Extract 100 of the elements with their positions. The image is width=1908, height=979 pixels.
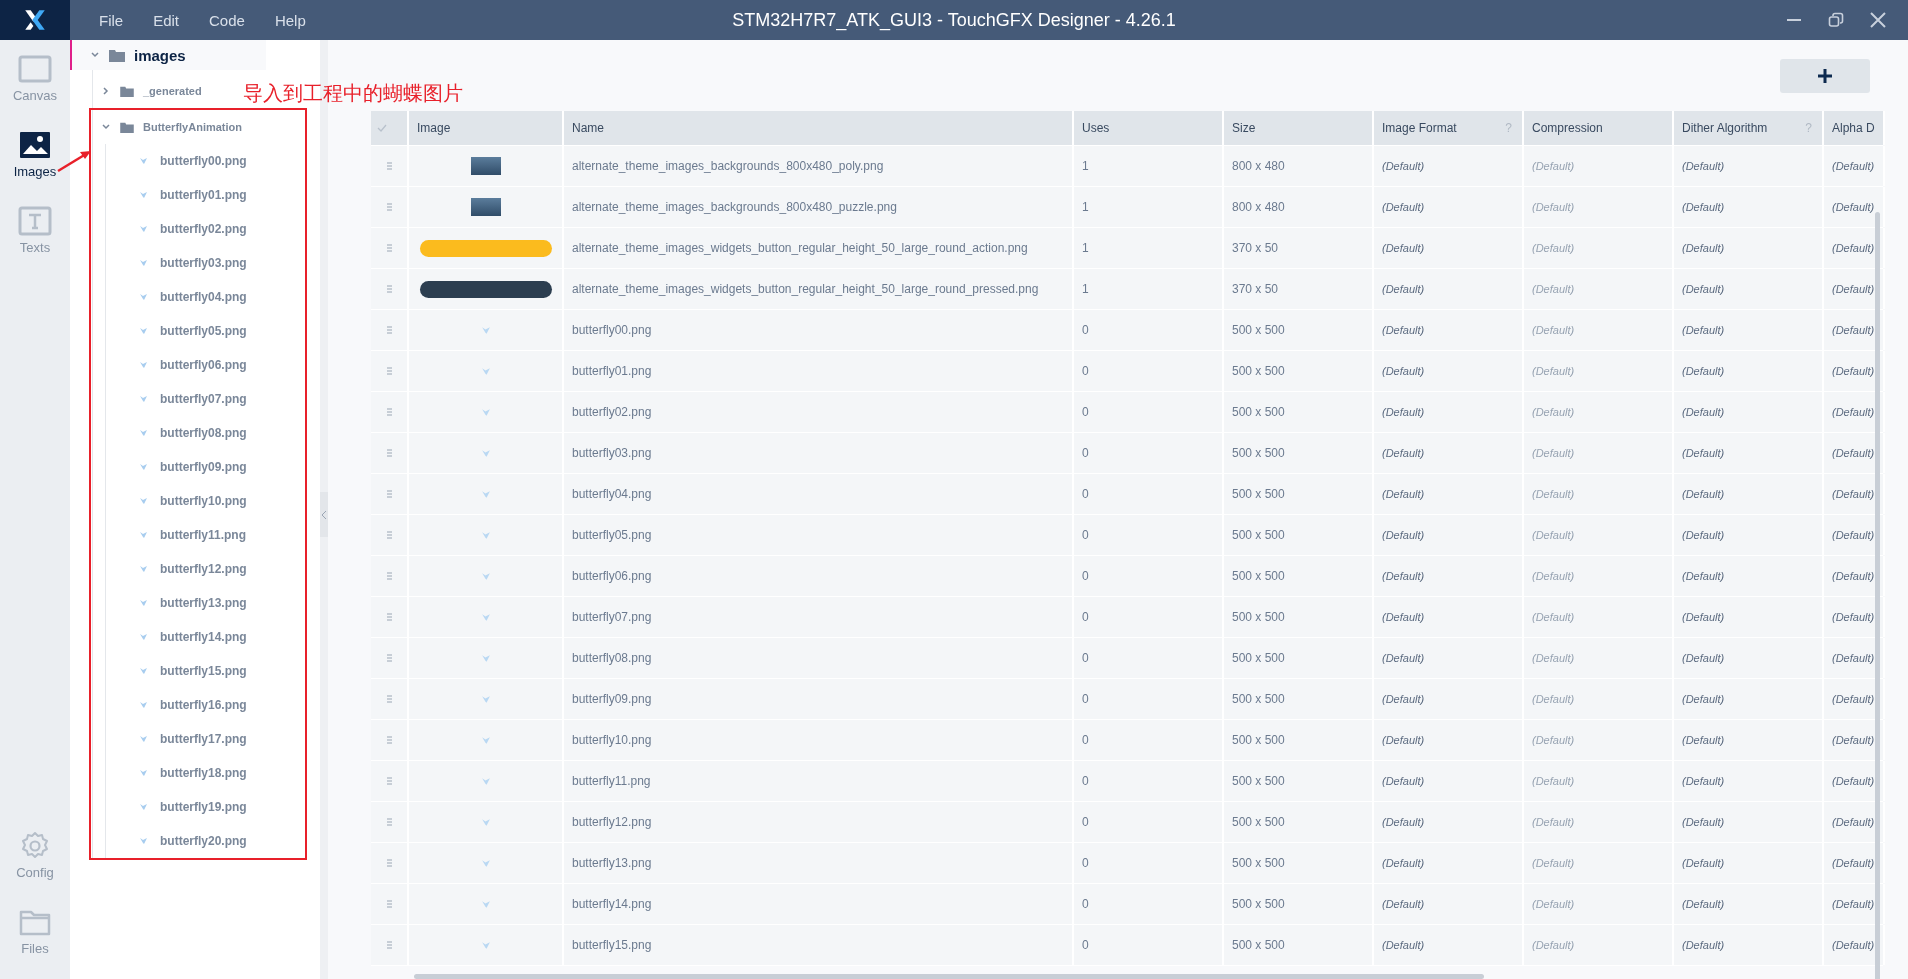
- table-cell: (Default): [1382, 447, 1425, 459]
- drag-handle-icon[interactable]: [386, 695, 392, 703]
- tree-file[interactable]: butterfly12.png: [106, 552, 305, 586]
- table-cell: 1: [1082, 159, 1089, 173]
- table-cell: (Default): [1682, 529, 1725, 541]
- sidebar-tab[interactable]: Files: [0, 893, 70, 969]
- tree-file[interactable]: butterfly11.png: [106, 518, 305, 552]
- drag-handle-icon[interactable]: [386, 449, 392, 457]
- drag-handle-icon[interactable]: [386, 408, 392, 416]
- butterfly-icon: [139, 259, 148, 267]
- table-cell: 800 x 480: [1232, 200, 1285, 214]
- table-cell: (Default): [1682, 160, 1725, 172]
- butterfly-icon: [480, 776, 491, 786]
- table-cell: (Default): [1532, 775, 1575, 787]
- tree-file[interactable]: butterfly14.png: [106, 620, 305, 654]
- tree-file[interactable]: butterfly19.png: [106, 790, 305, 824]
- drag-handle-icon[interactable]: [386, 244, 392, 252]
- butterfly-icon: [139, 565, 148, 573]
- table-cell: (Default): [1382, 775, 1425, 787]
- drag-handle-icon[interactable]: [386, 777, 392, 785]
- drag-handle-icon[interactable]: [386, 613, 392, 621]
- tree-file[interactable]: butterfly08.png: [106, 416, 305, 450]
- tree-folder[interactable]: ButterflyAnimation: [93, 110, 242, 144]
- butterfly-icon: [480, 899, 491, 909]
- drag-handle-icon[interactable]: [386, 736, 392, 744]
- drag-handle-icon[interactable]: [386, 367, 392, 375]
- tree-file[interactable]: butterfly16.png: [106, 688, 305, 722]
- drag-handle-icon[interactable]: [386, 531, 392, 539]
- drag-handle-icon[interactable]: [386, 941, 392, 949]
- tree-file[interactable]: butterfly06.png: [106, 348, 305, 382]
- table-cell: (Default): [1532, 160, 1575, 172]
- horizontal-scrollbar[interactable]: [414, 974, 1484, 979]
- tree-file[interactable]: butterfly10.png: [106, 484, 305, 518]
- column-label: Dither Algorithm: [1682, 121, 1768, 135]
- tree-file[interactable]: butterfly05.png: [106, 314, 305, 348]
- chevron-icon: [90, 50, 100, 60]
- drag-handle-icon[interactable]: [386, 162, 392, 170]
- tree-file[interactable]: butterfly09.png: [106, 450, 305, 484]
- drag-handle-icon[interactable]: [386, 285, 392, 293]
- table-cell: (Default): [1382, 611, 1425, 623]
- tree-file[interactable]: butterfly01.png: [106, 178, 305, 212]
- tree-folder[interactable]: _generated: [93, 74, 202, 108]
- table-cell: 500 x 500: [1232, 528, 1285, 542]
- table-cell: 0: [1082, 569, 1089, 583]
- table-cell: (Default): [1382, 693, 1425, 705]
- tree-file[interactable]: butterfly00.png: [106, 144, 305, 178]
- table-cell: (Default): [1532, 324, 1575, 336]
- restore-icon[interactable]: [1828, 12, 1844, 28]
- window-title: STM32H7R7_ATK_GUI3 - TouchGFX Designer - 4.26.1: [732, 9, 1176, 31]
- image-name: butterfly08.png: [572, 651, 652, 665]
- tree-file[interactable]: butterfly13.png: [106, 586, 305, 620]
- tree-folder[interactable]: images: [70, 40, 266, 70]
- tree-file[interactable]: butterfly18.png: [106, 756, 305, 790]
- menu-item[interactable]: Help: [259, 11, 321, 29]
- table-cell: 0: [1082, 610, 1089, 624]
- plus-icon: [1817, 67, 1833, 84]
- table-cell: 0: [1082, 651, 1089, 665]
- table-cell: 0: [1082, 733, 1089, 747]
- drag-handle-icon[interactable]: [386, 859, 392, 867]
- table-cell: (Default): [1382, 324, 1425, 336]
- butterfly-icon: [139, 701, 148, 709]
- tree-file[interactable]: butterfly20.png: [106, 824, 305, 858]
- sidebar-tab[interactable]: Texts: [0, 192, 70, 268]
- close-icon[interactable]: [1870, 12, 1886, 28]
- tree-file[interactable]: butterfly02.png: [106, 212, 305, 246]
- table-cell: (Default): [1532, 652, 1575, 664]
- drag-handle-icon[interactable]: [386, 490, 392, 498]
- tree-file[interactable]: butterfly03.png: [106, 246, 305, 280]
- table-cell: (Default): [1532, 283, 1575, 295]
- tree-file[interactable]: butterfly07.png: [106, 382, 305, 416]
- drag-handle-icon[interactable]: [386, 818, 392, 826]
- butterfly-icon: [480, 858, 491, 868]
- drag-handle-icon[interactable]: [386, 572, 392, 580]
- collapse-handle[interactable]: [320, 492, 328, 537]
- drag-handle-icon[interactable]: [386, 326, 392, 334]
- sidebar-tab[interactable]: Images: [0, 116, 70, 192]
- table-cell: 0: [1082, 364, 1089, 378]
- drag-handle-icon[interactable]: [386, 654, 392, 662]
- tree-file[interactable]: butterfly15.png: [106, 654, 305, 688]
- column-label: Alpha D: [1832, 121, 1875, 135]
- add-button[interactable]: [1780, 58, 1870, 93]
- table-cell: 500 x 500: [1232, 938, 1285, 952]
- butterfly-icon: [480, 366, 491, 376]
- table-cell: (Default): [1532, 816, 1575, 828]
- sidebar-tab[interactable]: Config: [0, 817, 70, 893]
- table-cell: (Default): [1382, 734, 1425, 746]
- table-cell: (Default): [1382, 816, 1425, 828]
- vertical-scrollbar[interactable]: [1875, 212, 1880, 979]
- butterfly-icon: [139, 667, 148, 675]
- tree-file[interactable]: butterfly04.png: [106, 280, 305, 314]
- drag-handle-icon[interactable]: [386, 203, 392, 211]
- folder-icon: [120, 121, 134, 133]
- table-cell: 0: [1082, 446, 1089, 460]
- sidebar-tab[interactable]: Canvas: [0, 40, 70, 116]
- menu-item[interactable]: Edit: [138, 11, 195, 29]
- table-cell: (Default): [1832, 857, 1875, 869]
- tree-file[interactable]: butterfly17.png: [106, 722, 305, 756]
- drag-handle-icon[interactable]: [386, 900, 392, 908]
- menu-item[interactable]: Code: [194, 11, 260, 29]
- menu-item[interactable]: File: [84, 11, 139, 29]
